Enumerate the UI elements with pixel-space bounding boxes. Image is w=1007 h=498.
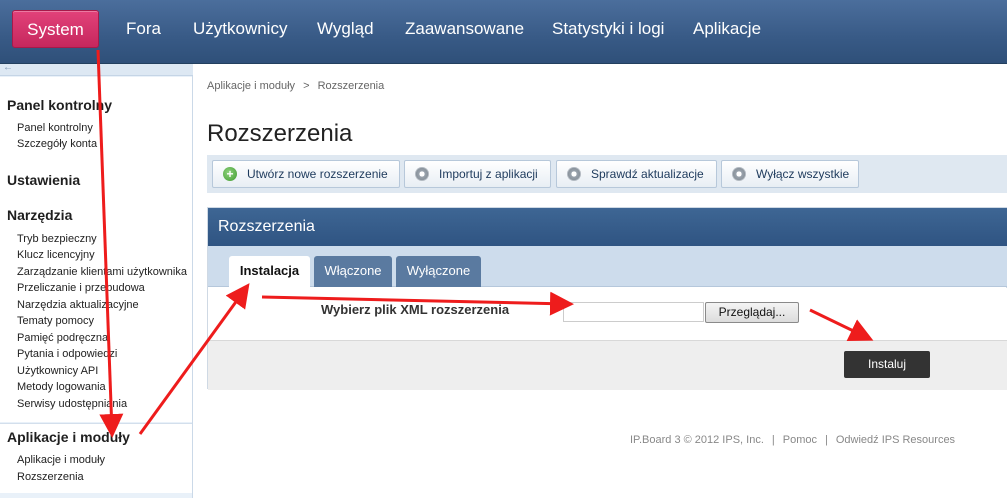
disable-all-button[interactable]: Wyłącz wszystkie (721, 160, 859, 188)
sidebar-item-tematy-pomocy[interactable]: Tematy pomocy (17, 315, 94, 327)
create-extension-button[interactable]: Utwórz nowe rozszerzenie (212, 160, 400, 188)
tab-instalacja[interactable]: Instalacja (229, 256, 310, 288)
footer-copyright: IP.Board 3 © 2012 IPS, Inc. (630, 434, 764, 446)
breadcrumb: Aplikacje i moduły > Rozszerzenia (207, 80, 384, 92)
sidebar-heading-ustawienia[interactable]: Ustawienia (7, 172, 80, 188)
gear-icon (732, 167, 746, 181)
nav-tab-fora[interactable]: Fora (126, 10, 161, 48)
sidebar-item-rozszerzenia[interactable]: Rozszerzenia (17, 471, 84, 483)
plus-circle-icon (223, 161, 237, 187)
page-title: Rozszerzenia (207, 120, 353, 147)
tab-wlaczone[interactable]: Włączone (314, 256, 392, 287)
panel-tabs: Instalacja Włączone Wyłączone (208, 246, 1007, 288)
sidebar-item-klucz[interactable]: Klucz licencyjny (17, 249, 95, 261)
nav-tab-system[interactable]: System (12, 10, 99, 48)
sidebar-item-narzedzia-aktualizacyjne[interactable]: Narzędzia aktualizacyjne (17, 299, 139, 311)
nav-tab-uzytkownicy[interactable]: Użytkownicy (193, 10, 287, 48)
sidebar-item-pytania[interactable]: Pytania i odpowiedzi (17, 348, 117, 360)
sidebar-item-metody-logowania[interactable]: Metody logowania (17, 381, 106, 393)
sidebar-heading-narzedzia: Narzędzia (7, 207, 73, 223)
sidebar-heading-aplikacje: Aplikacje i moduły (7, 429, 130, 445)
check-updates-label: Sprawdź aktualizacje (591, 167, 704, 181)
sidebar-collapse-toggle[interactable]: ← (0, 62, 193, 76)
sidebar: ← Panel kontrolny Panel kontrolny Szczeg… (0, 62, 193, 498)
import-from-app-button[interactable]: Importuj z aplikacji (404, 160, 551, 188)
sidebar-item-panel-kontrolny[interactable]: Panel kontrolny (17, 122, 93, 134)
sidebar-item-tryb-bezpieczny[interactable]: Tryb bezpieczny (17, 233, 97, 245)
form-footer: Instaluj (208, 340, 1007, 390)
disable-all-label: Wyłącz wszystkie (756, 167, 850, 181)
sidebar-heading-panel: Panel kontrolny (7, 97, 113, 113)
tab-wylaczone[interactable]: Wyłączone (396, 256, 481, 287)
create-extension-label: Utwórz nowe rozszerzenie (247, 167, 388, 181)
sidebar-item-szczegoly-konta[interactable]: Szczegóły konta (17, 138, 97, 150)
gear-icon (415, 167, 429, 181)
action-toolbar: Utwórz nowe rozszerzenie Importuj z apli… (207, 155, 1007, 193)
sidebar-item-serwisy[interactable]: Serwisy udostępniania (17, 398, 127, 410)
sidebar-item-aplikacje-moduly[interactable]: Aplikacje i moduły (17, 454, 105, 466)
browse-button[interactable]: Przeglądaj... (705, 302, 799, 323)
sidebar-item-pamiec[interactable]: Pamięć podręczna (17, 332, 108, 344)
check-updates-button[interactable]: Sprawdź aktualizacje (556, 160, 717, 188)
gear-icon (567, 167, 581, 181)
footer-separator: | (824, 434, 828, 446)
panel-title: Rozszerzenia (208, 208, 1007, 246)
arrow-left-icon[interactable]: ← (3, 62, 13, 73)
import-label: Importuj z aplikacji (439, 167, 538, 181)
extensions-panel: Rozszerzenia Instalacja Włączone Wyłączo… (207, 207, 1007, 390)
breadcrumb-separator: > (303, 80, 310, 92)
sidebar-upper-block: Panel kontrolny Panel kontrolny Szczegół… (0, 77, 192, 422)
nav-tab-zaawansowane[interactable]: Zaawansowane (405, 10, 524, 48)
footer-separator: | (771, 434, 775, 446)
sidebar-lower-block: Aplikacje i moduły Aplikacje i moduły Ro… (0, 423, 192, 493)
sidebar-item-uzytkownicy-api[interactable]: Użytkownicy API (17, 365, 98, 377)
nav-tab-statystyki[interactable]: Statystyki i logi (552, 10, 664, 48)
nav-tab-wyglad[interactable]: Wygląd (317, 10, 374, 48)
footer-help-link[interactable]: Pomoc (783, 434, 817, 446)
nav-tab-aplikacje[interactable]: Aplikacje (693, 10, 761, 48)
top-navigation: System Fora Użytkownicy Wygląd Zaawansow… (0, 0, 1007, 64)
sidebar-item-przeliczanie[interactable]: Przeliczanie i przebudowa (17, 282, 145, 294)
xml-file-label: Wybierz plik XML rozszerzenia (321, 302, 510, 317)
upload-form-row: Wybierz plik XML rozszerzenia Przeglądaj… (208, 288, 1007, 340)
page-footer: IP.Board 3 © 2012 IPS, Inc. | Pomoc | Odwied… (630, 434, 955, 446)
xml-file-input[interactable] (563, 302, 704, 322)
sidebar-item-zarzadzanie[interactable]: Zarządzanie klientami użytkownika (17, 266, 187, 278)
footer-resources-link[interactable]: Odwiedź IPS Resources (836, 434, 955, 446)
breadcrumb-current: Rozszerzenia (317, 80, 385, 92)
breadcrumb-parent[interactable]: Aplikacje i moduły (207, 80, 295, 92)
install-button[interactable]: Instaluj (844, 351, 930, 378)
